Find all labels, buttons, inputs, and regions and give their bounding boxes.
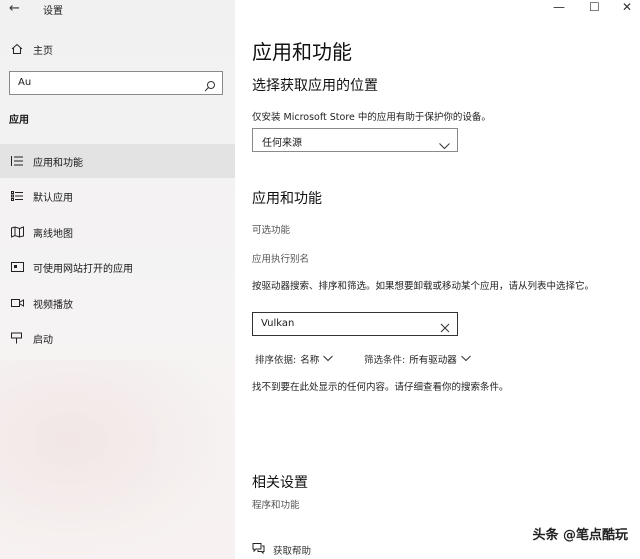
settings-search-input[interactable] — [18, 77, 198, 88]
sidebar-item-label: 离线地图 — [33, 228, 73, 240]
chevron-down-icon — [323, 354, 334, 365]
website-app-icon — [10, 260, 24, 274]
install-location-description: 仅安装 Microsoft Store 中的应用有助于保护你的设备。 — [252, 112, 491, 123]
sidebar-item-label: 应用和功能 — [33, 157, 83, 169]
sidebar-item-offline-maps[interactable]: 离线地图 — [0, 215, 235, 249]
sidebar-item-label: 可使用网站打开的应用 — [33, 263, 133, 275]
filter-by-control[interactable]: 筛选条件: 所有驱动器 — [364, 352, 471, 366]
filter-by-label: 筛选条件: — [364, 355, 406, 366]
install-location-heading: 选择获取应用的位置 — [252, 78, 378, 94]
dropdown-value: 任何来源 — [262, 138, 302, 149]
sidebar-item-label: 视频播放 — [33, 299, 73, 311]
apps-features-heading: 应用和功能 — [252, 191, 322, 207]
sidebar-item-video-playback[interactable]: 视频播放 — [0, 286, 235, 320]
startup-icon — [10, 331, 24, 345]
help-chat-icon — [252, 542, 265, 557]
chevron-down-icon — [460, 354, 471, 365]
programs-features-link[interactable]: 程序和功能 — [252, 497, 300, 511]
sidebar-item-startup[interactable]: 启动 — [0, 321, 235, 355]
main-content: 应用和功能 选择获取应用的位置 仅安装 Microsoft Store 中的应用… — [235, 0, 640, 559]
app-filter-box[interactable] — [252, 312, 458, 336]
filter-by-value: 所有驱动器 — [409, 355, 457, 366]
sidebar-item-home[interactable]: 主页 — [0, 32, 235, 66]
chevron-down-icon — [439, 135, 450, 154]
clear-icon[interactable] — [440, 318, 450, 337]
sidebar-item-label: 主页 — [33, 45, 53, 57]
page-title: 应用和功能 — [252, 40, 352, 64]
list-icon — [10, 154, 24, 168]
get-help-link[interactable]: 获取帮助 — [252, 542, 311, 557]
sidebar-section-title: 应用 — [9, 115, 29, 126]
sidebar-item-apps-for-websites[interactable]: 可使用网站打开的应用 — [0, 250, 235, 284]
sort-by-control[interactable]: 排序依据: 名称 — [255, 352, 334, 366]
back-arrow-icon[interactable]: ← — [9, 1, 20, 16]
sort-by-label: 排序依据: — [255, 355, 297, 366]
default-apps-icon — [10, 189, 24, 203]
sidebar-item-label: 启动 — [33, 334, 53, 346]
search-icon[interactable] — [204, 77, 216, 96]
sidebar-item-apps-features[interactable]: 应用和功能 — [0, 144, 235, 178]
sidebar: ← 设置 主页 应用 应用和功能 默认应用 离线地图 可使 — [0, 0, 235, 559]
related-settings-heading: 相关设置 — [252, 475, 308, 491]
home-icon — [10, 42, 24, 56]
app-execution-alias-link[interactable]: 应用执行别名 — [252, 251, 309, 265]
app-filter-input[interactable] — [261, 318, 431, 329]
sort-by-value: 名称 — [300, 355, 320, 366]
video-icon — [10, 296, 24, 310]
sidebar-item-default-apps[interactable]: 默认应用 — [0, 179, 235, 213]
optional-features-link[interactable]: 可选功能 — [252, 222, 290, 236]
search-instructions: 按驱动器搜索、排序和筛选。如果想要卸载或移动某个应用，请从列表中选择它。 — [252, 281, 595, 292]
settings-search-box[interactable] — [9, 71, 223, 95]
get-help-label: 获取帮助 — [273, 545, 312, 557]
window-title: 设置 — [43, 6, 63, 17]
app-source-dropdown[interactable]: 任何来源 — [252, 128, 458, 152]
sidebar-item-label: 默认应用 — [33, 192, 73, 204]
watermark: 头条 @笔点酷玩 — [532, 528, 628, 543]
map-icon — [10, 225, 24, 239]
no-results-message: 找不到要在此处显示的任何内容。请仔细查看你的搜索条件。 — [252, 382, 509, 393]
